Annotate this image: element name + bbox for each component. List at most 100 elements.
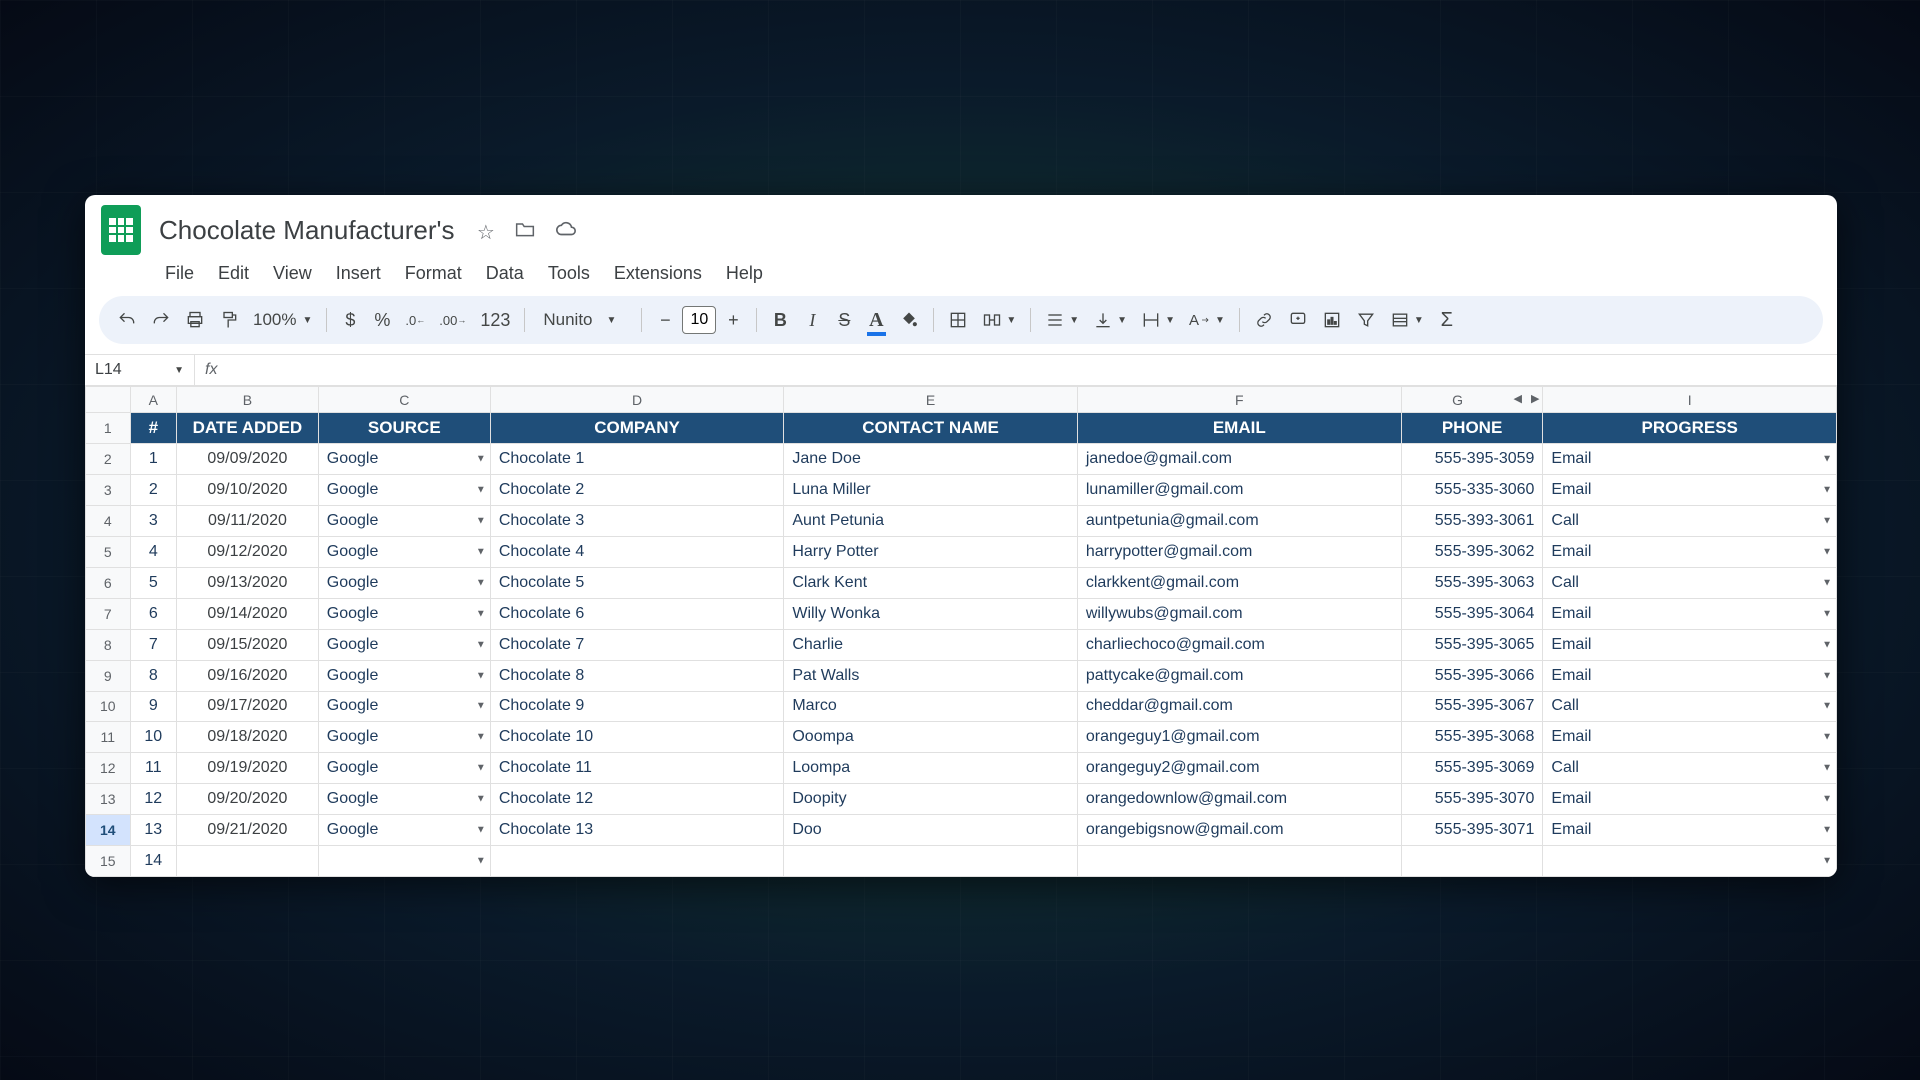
cell[interactable]: 10: [130, 722, 177, 753]
currency-button[interactable]: $: [335, 303, 365, 337]
row-header[interactable]: 14: [86, 815, 131, 846]
insert-chart-button[interactable]: [1316, 303, 1348, 337]
cell-dropdown[interactable]: Email▼: [1543, 784, 1837, 815]
cell-dropdown[interactable]: Google▼: [318, 691, 490, 722]
cell[interactable]: 555-395-3059: [1401, 444, 1543, 475]
cell[interactable]: Willy Wonka: [784, 598, 1078, 629]
cell[interactable]: 09/17/2020: [177, 691, 319, 722]
decrease-decimal-button[interactable]: .0←: [399, 303, 431, 337]
text-color-button[interactable]: A: [861, 303, 891, 337]
cell[interactable]: Chocolate 9: [490, 691, 784, 722]
cell[interactable]: 3: [130, 506, 177, 537]
cell[interactable]: Chocolate 3: [490, 506, 784, 537]
cell[interactable]: Doopity: [784, 784, 1078, 815]
decrease-font-button[interactable]: −: [650, 303, 680, 337]
formula-input[interactable]: [227, 355, 1837, 385]
cell[interactable]: 09/16/2020: [177, 660, 319, 691]
cell[interactable]: 09/09/2020: [177, 444, 319, 475]
cell[interactable]: Chocolate 2: [490, 475, 784, 506]
cell[interactable]: [1401, 845, 1543, 876]
cell-dropdown[interactable]: Call▼: [1543, 691, 1837, 722]
cell[interactable]: 7: [130, 629, 177, 660]
cell[interactable]: 09/20/2020: [177, 784, 319, 815]
cell[interactable]: orangeguy1@gmail.com: [1077, 722, 1401, 753]
row-header[interactable]: 3: [86, 475, 131, 506]
cell[interactable]: Luna Miller: [784, 475, 1078, 506]
cell[interactable]: 12: [130, 784, 177, 815]
bold-button[interactable]: B: [765, 303, 795, 337]
filter-button[interactable]: [1350, 303, 1382, 337]
insert-comment-button[interactable]: [1282, 303, 1314, 337]
cell[interactable]: harrypotter@gmail.com: [1077, 537, 1401, 568]
cell[interactable]: [784, 845, 1078, 876]
row-header[interactable]: 15: [86, 845, 131, 876]
vertical-align-button[interactable]: ▼: [1087, 303, 1133, 337]
cell-dropdown[interactable]: Google▼: [318, 815, 490, 846]
cell-dropdown[interactable]: Email▼: [1543, 598, 1837, 629]
percent-button[interactable]: %: [367, 303, 397, 337]
row-header[interactable]: 10: [86, 691, 131, 722]
cell[interactable]: 555-395-3062: [1401, 537, 1543, 568]
insert-link-button[interactable]: [1248, 303, 1280, 337]
undo-button[interactable]: [111, 303, 143, 337]
cell-dropdown[interactable]: Email▼: [1543, 444, 1837, 475]
cell[interactable]: 555-395-3068: [1401, 722, 1543, 753]
cell[interactable]: Chocolate 1: [490, 444, 784, 475]
cell[interactable]: Jane Doe: [784, 444, 1078, 475]
cell[interactable]: Chocolate 4: [490, 537, 784, 568]
cell[interactable]: Chocolate 6: [490, 598, 784, 629]
header-cell[interactable]: #: [130, 413, 177, 444]
row-header[interactable]: 5: [86, 537, 131, 568]
menu-help[interactable]: Help: [716, 259, 773, 288]
cell[interactable]: Aunt Petunia: [784, 506, 1078, 537]
row-header[interactable]: 6: [86, 567, 131, 598]
header-cell[interactable]: CONTACT NAME: [784, 413, 1078, 444]
column-header-C[interactable]: C: [318, 387, 490, 413]
header-cell[interactable]: PHONE: [1401, 413, 1543, 444]
select-all-corner[interactable]: [86, 387, 131, 413]
cell[interactable]: [177, 845, 319, 876]
cell[interactable]: Clark Kent: [784, 567, 1078, 598]
menu-insert[interactable]: Insert: [326, 259, 391, 288]
header-cell[interactable]: EMAIL: [1077, 413, 1401, 444]
cell[interactable]: [1077, 845, 1401, 876]
row-header[interactable]: 12: [86, 753, 131, 784]
row-header[interactable]: 8: [86, 629, 131, 660]
cell[interactable]: Doo: [784, 815, 1078, 846]
cell[interactable]: pattycake@gmail.com: [1077, 660, 1401, 691]
cell[interactable]: [490, 845, 784, 876]
increase-decimal-button[interactable]: .00→: [433, 303, 472, 337]
cell[interactable]: 09/18/2020: [177, 722, 319, 753]
row-header[interactable]: 11: [86, 722, 131, 753]
menu-data[interactable]: Data: [476, 259, 534, 288]
cell[interactable]: 09/15/2020: [177, 629, 319, 660]
cell[interactable]: 555-335-3060: [1401, 475, 1543, 506]
format-123-button[interactable]: 123: [474, 303, 516, 337]
paint-format-button[interactable]: [213, 303, 245, 337]
cell[interactable]: 09/12/2020: [177, 537, 319, 568]
cell[interactable]: 6: [130, 598, 177, 629]
cell[interactable]: orangebigsnow@gmail.com: [1077, 815, 1401, 846]
cell[interactable]: Ooompa: [784, 722, 1078, 753]
cell[interactable]: orangedownlow@gmail.com: [1077, 784, 1401, 815]
cell[interactable]: 09/21/2020: [177, 815, 319, 846]
cell[interactable]: 555-393-3061: [1401, 506, 1543, 537]
cell[interactable]: willywubs@gmail.com: [1077, 598, 1401, 629]
menu-file[interactable]: File: [155, 259, 204, 288]
cell-dropdown[interactable]: Google▼: [318, 598, 490, 629]
cell[interactable]: Marco: [784, 691, 1078, 722]
cell[interactable]: 09/11/2020: [177, 506, 319, 537]
row-header[interactable]: 13: [86, 784, 131, 815]
cell[interactable]: Chocolate 12: [490, 784, 784, 815]
menu-tools[interactable]: Tools: [538, 259, 600, 288]
cell-dropdown[interactable]: Email▼: [1543, 660, 1837, 691]
cell[interactable]: 9: [130, 691, 177, 722]
cell[interactable]: 555-395-3069: [1401, 753, 1543, 784]
cell[interactable]: janedoe@gmail.com: [1077, 444, 1401, 475]
cell[interactable]: Chocolate 7: [490, 629, 784, 660]
cell[interactable]: Pat Walls: [784, 660, 1078, 691]
cell[interactable]: 11: [130, 753, 177, 784]
cell-dropdown[interactable]: Google▼: [318, 475, 490, 506]
cell[interactable]: Charlie: [784, 629, 1078, 660]
cell[interactable]: 555-395-3063: [1401, 567, 1543, 598]
